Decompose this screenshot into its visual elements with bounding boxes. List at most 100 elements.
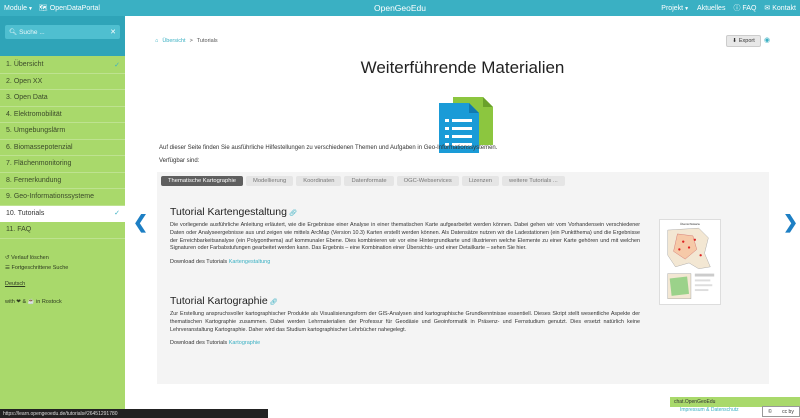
search-placeholder: Suche ... [19, 28, 45, 36]
export-label: Export [738, 38, 755, 44]
tab-lizenzen[interactable]: Lizenzen [461, 176, 500, 186]
check-icon: ✓ [114, 61, 120, 69]
sidebar-item-number: 8. [6, 176, 12, 184]
section-kartengestaltung: Tutorial Kartengestaltung 🔗︎ Die vorliege… [170, 206, 640, 265]
sidebar: 🔍︎ Suche ... ✕ 1. Übersicht ✓ 2. Open XX 3. Op… [0, 16, 125, 418]
portal-link[interactable]: 🗺 OpenDataPortal [39, 4, 100, 12]
sidebar-item-label: FAQ [17, 226, 32, 234]
sidebar-item-number: 4. [6, 110, 12, 118]
faq-label: FAQ [742, 5, 757, 12]
section-text: Zur Erstellung anspruchsvoller kartograp… [170, 311, 640, 333]
sidebar-item-number: 10. [6, 209, 16, 217]
tab-datenformate[interactable]: Datenformate [344, 176, 394, 186]
sidebar-menu: 1. Übersicht ✓ 2. Open XX 3. Open Data 4. Elektr… [0, 57, 125, 239]
sidebar-item-number: 11. [6, 226, 16, 234]
sidebar-extra: ↺ Verlauf löschen ☰ Fortgeschrittene Suc… [5, 253, 68, 307]
sidebar-item-label: Übersicht [13, 61, 44, 69]
sidebar-item-flächenmonitoring[interactable]: 7. Flächenmonitoring [0, 156, 125, 173]
sidebar-item-number: 2. [6, 77, 12, 85]
faq-link[interactable]: ⓘ FAQ [733, 3, 756, 13]
tab-ogc-webservices[interactable]: OGC-Webservices [396, 176, 459, 186]
prev-page-arrow[interactable]: ❮ [133, 212, 148, 233]
sidebar-item-tutorials[interactable]: 10. Tutorials ✓ [0, 205, 125, 222]
sidebar-item-fernerkundung[interactable]: 8. Fernerkundung [0, 173, 125, 189]
language-select[interactable]: Deutsch [5, 279, 68, 289]
with-love-text: with ❤ & ☕ in Rostock [5, 299, 62, 305]
module-label: Module [4, 4, 27, 12]
info-icon: ⓘ [733, 5, 741, 12]
status-bar-url: https://learn.opengeoedu.de/tutorials#26… [0, 409, 268, 418]
sidebar-item-open-data[interactable]: 3. Open Data [0, 90, 125, 107]
sidebar-item-label: Elektromobilität [13, 110, 62, 118]
download-kartographie-link[interactable]: Kartographie [229, 340, 261, 346]
sidebar-item-label: Tutorials [17, 209, 45, 217]
download-prefix: Download des Tutorials [170, 340, 229, 347]
link-icon[interactable]: 🔗︎ [270, 299, 278, 306]
section-title: Tutorial Kartographie 🔗︎ [170, 295, 640, 307]
section-title: Tutorial Kartengestaltung 🔗︎ [170, 206, 640, 218]
sidebar-item-number: 1. [6, 61, 12, 69]
sidebar-item-label: Umgebungslärm [13, 127, 66, 135]
verlauf-label: Verlauf löschen [11, 255, 49, 261]
top-navbar: Module▼ 🗺 OpenDataPortal OpenGeoEdu Proj… [0, 0, 800, 16]
breadcrumb: ⌂ Übersicht > Tutorials [155, 38, 218, 44]
sidebar-item-label: Open Data [13, 94, 48, 102]
license-badge[interactable]: © cc by [762, 406, 800, 417]
export-button[interactable]: ⬇ Export [726, 35, 761, 47]
sidebar-item-label: Biomassepotenzial [13, 143, 73, 151]
verlauf-loeschen-link[interactable]: ↺ Verlauf löschen [5, 253, 68, 263]
home-icon[interactable]: ⌂ [155, 38, 158, 44]
impressum-link[interactable]: Impressum & Datenschutz [680, 407, 739, 413]
download-prefix: Download des Tutorials [170, 259, 229, 266]
section-title-text: Tutorial Kartengestaltung [170, 206, 287, 218]
check-icon: ✓ [114, 210, 120, 218]
download-icon: ⬇ [732, 38, 737, 44]
map-thumbnail[interactable]: Übersichtskarte [659, 219, 721, 305]
license-text: cc by [782, 408, 794, 415]
sidebar-item-number: 6. [6, 143, 12, 151]
github-icon[interactable]: ◉ [764, 36, 770, 44]
search-icon: 🔍︎ [9, 29, 18, 36]
section-title-text: Tutorial Kartographie [170, 295, 268, 307]
advanced-search-label: Fortgeschrittene Suche [11, 265, 69, 271]
projekt-menu[interactable]: Projekt▼ [661, 5, 689, 12]
tab-koordinaten[interactable]: Koordinaten [296, 176, 342, 186]
sidebar-item-label: Fernerkundung [13, 176, 62, 184]
advanced-search-link[interactable]: ☰ Fortgeschrittene Suche [5, 263, 68, 273]
link-icon[interactable]: 🔗︎ [289, 210, 297, 217]
sidebar-item-number: 9. [6, 193, 12, 201]
thumbnail-title: Übersichtskarte [680, 222, 700, 226]
tab-modellierung[interactable]: Modellierung [246, 176, 294, 186]
sidebar-item-label: Open XX [13, 77, 43, 85]
download-line: Download des Tutorials Kartengestaltung [170, 259, 640, 265]
tab-weitere-tutorials[interactable]: weitere Tutorials ... [502, 176, 565, 186]
kontakt-link[interactable]: ✉ Kontakt [764, 4, 796, 12]
sidebar-item-number: 5. [6, 127, 12, 135]
sidebar-item-open-xx[interactable]: 2. Open XX [0, 74, 125, 90]
sidebar-item-geo-informationssysteme[interactable]: 9. Geo-Informationssysteme [0, 189, 125, 206]
tab-thematische-kartographie[interactable]: Thematische Kartographie [161, 176, 243, 186]
available-label: Verfügbar sind: [159, 158, 200, 164]
sidebar-item-faq[interactable]: 11. FAQ [0, 222, 125, 239]
clear-search-icon[interactable]: ✕ [110, 28, 116, 36]
aktuelles-link[interactable]: Aktuelles [697, 5, 725, 12]
cc-icon: © [768, 408, 772, 415]
intro-text: Auf dieser Seite finden Sie ausführliche… [159, 145, 498, 151]
next-page-arrow[interactable]: ❯ [783, 212, 798, 233]
portal-label: OpenDataPortal [49, 5, 100, 12]
module-menu[interactable]: Module▼ [4, 5, 33, 12]
projekt-label: Projekt [661, 4, 684, 12]
caret-down-icon: ▼ [684, 5, 690, 12]
section-text: Die vorliegende ausführliche Anleitung e… [170, 222, 640, 252]
download-kartengestaltung-link[interactable]: Kartengestaltung [229, 259, 271, 265]
breadcrumb-separator: > [189, 38, 193, 44]
sidebar-item-number: 3. [6, 94, 12, 102]
breadcrumb-home-link[interactable]: Übersicht [162, 38, 185, 44]
search-input[interactable]: 🔍︎ Suche ... ✕ [5, 25, 120, 39]
sidebar-item-umgebungslärm[interactable]: 5. Umgebungslärm [0, 123, 125, 140]
sidebar-item-übersicht[interactable]: 1. Übersicht ✓ [0, 57, 125, 74]
search-area: 🔍︎ Suche ... ✕ [0, 16, 125, 56]
sidebar-item-number: 7. [6, 160, 12, 168]
sidebar-item-elektromobilität[interactable]: 4. Elektromobilität [0, 107, 125, 123]
sidebar-item-biomassepotenzial[interactable]: 6. Biomassepotenzial [0, 140, 125, 156]
